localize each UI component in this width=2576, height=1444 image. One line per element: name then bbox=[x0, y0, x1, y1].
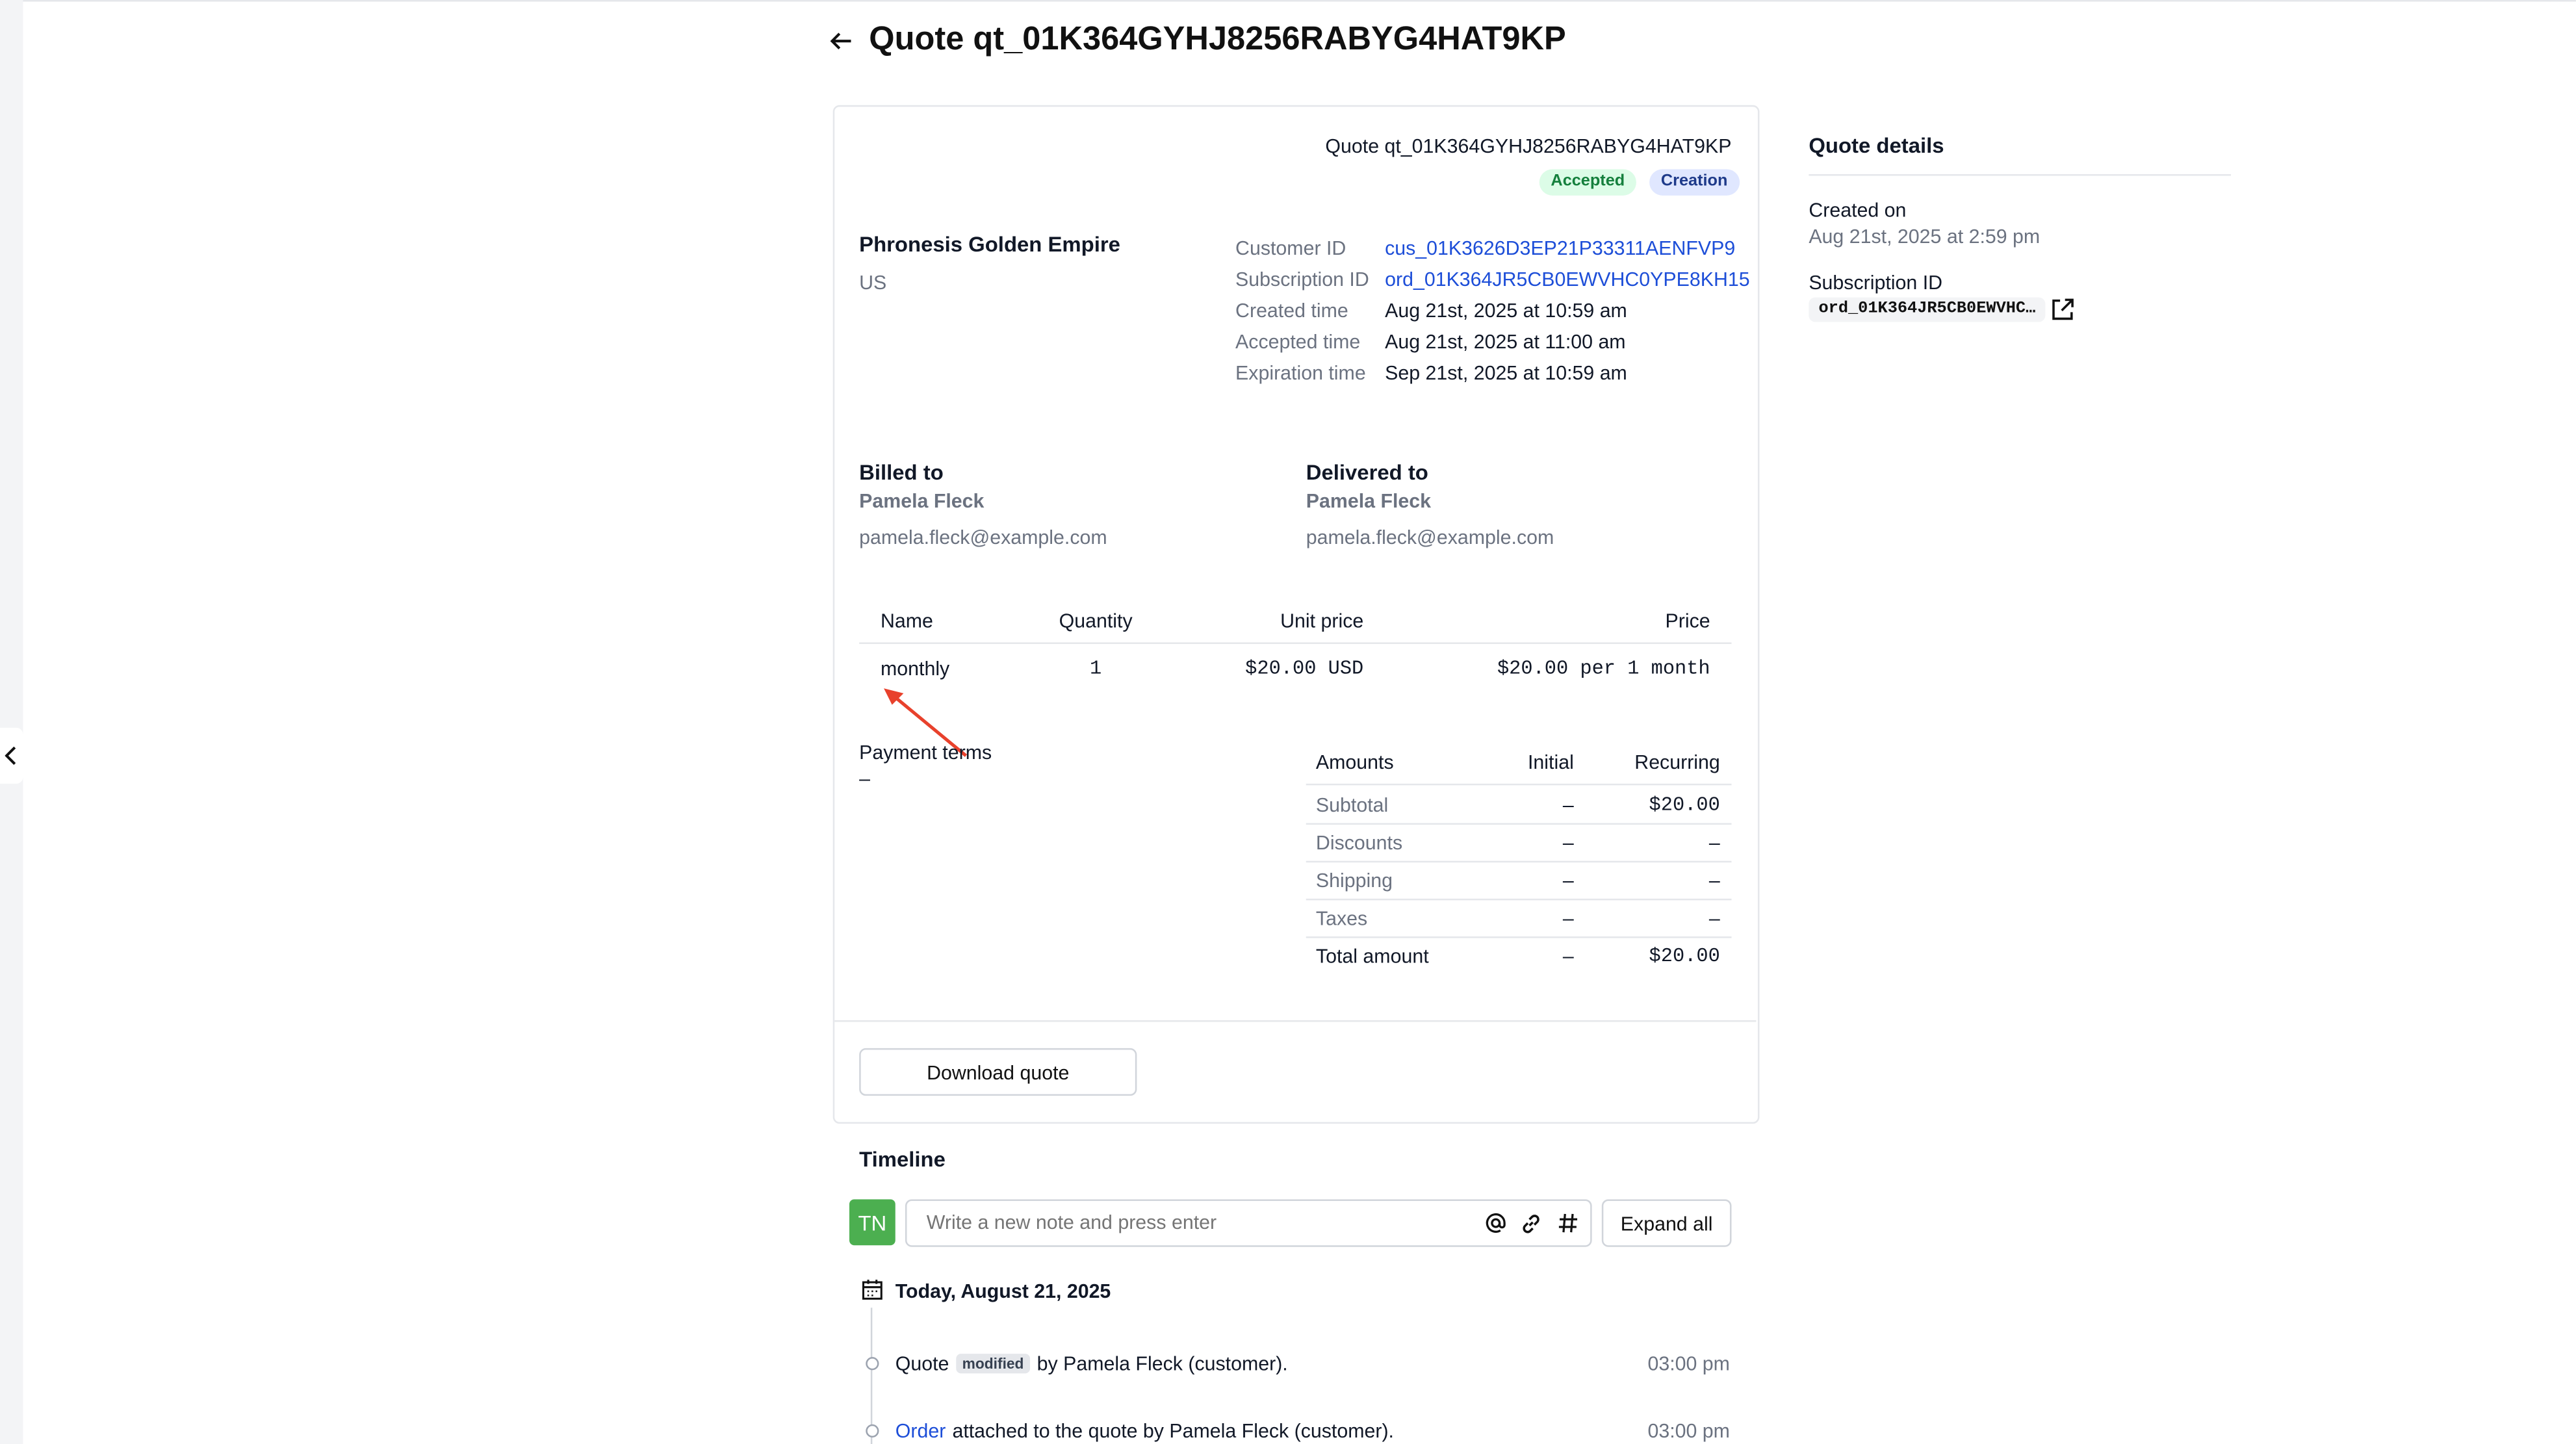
customer-id-link[interactable]: cus_01K3626D3EP21P33311AENFVP9 bbox=[1385, 237, 1735, 259]
link-icon[interactable] bbox=[1519, 1213, 1542, 1235]
company-name: Phronesis Golden Empire bbox=[859, 231, 1120, 257]
external-link-icon bbox=[2052, 298, 2074, 320]
items-header-unit-price: Unit price bbox=[1280, 609, 1364, 633]
event-prefix: Quote bbox=[895, 1352, 949, 1375]
billed-to-email: pamela.fleck@example.com bbox=[859, 525, 1107, 549]
accepted-time-value: Aug 21st, 2025 at 11:00 am bbox=[1385, 330, 1626, 354]
items-header-quantity: Quantity bbox=[1059, 609, 1133, 633]
download-quote-button[interactable]: Download quote bbox=[859, 1048, 1137, 1096]
created-time-value: Aug 21st, 2025 at 10:59 am bbox=[1385, 299, 1627, 322]
amounts-row-recurring: $20.00 bbox=[1649, 793, 1720, 817]
quote-badges: Accepted Creation bbox=[1539, 169, 1740, 196]
expiration-time-label: Expiration time bbox=[1235, 361, 1366, 385]
card-footer-divider bbox=[834, 1020, 1757, 1022]
hash-icon[interactable] bbox=[1558, 1213, 1579, 1234]
expiration-time-value: Sep 21st, 2025 at 10:59 am bbox=[1385, 361, 1627, 385]
event-time: 03:00 pm bbox=[1647, 1352, 1730, 1375]
amounts-row-label: Discounts bbox=[1315, 831, 1403, 855]
amounts-row-recurring: – bbox=[1708, 907, 1720, 930]
timeline-dot bbox=[866, 1424, 879, 1438]
timeline-event: Quote modified by Pamela Fleck (customer… bbox=[895, 1352, 1288, 1375]
avatar: TN bbox=[849, 1199, 895, 1246]
amounts-row-label: Taxes bbox=[1315, 907, 1368, 930]
created-on-label: Created on bbox=[1809, 198, 1907, 222]
subscription-id-link[interactable]: ord_01K364JR5CB0EWVHC0YPE8KH15 bbox=[1385, 268, 1750, 290]
quote-header-id: Quote qt_01K364GYHJ8256RABYG4HAT9KP bbox=[1325, 135, 1732, 158]
amounts-header-initial: Initial bbox=[1528, 751, 1574, 774]
amounts-divider bbox=[1306, 783, 1732, 786]
timeline-dot bbox=[866, 1357, 879, 1371]
details-divider bbox=[1809, 174, 2232, 176]
chevron-left-icon bbox=[5, 746, 16, 765]
amounts-row-recurring: – bbox=[1708, 869, 1720, 892]
amounts-row-recurring: – bbox=[1708, 831, 1720, 855]
amounts-row-label: Subtotal bbox=[1315, 793, 1389, 817]
delivered-to-heading: Delivered to bbox=[1306, 459, 1428, 485]
subscription-id-label: Subscription ID bbox=[1235, 268, 1369, 291]
billed-to-name: Pamela Fleck bbox=[859, 489, 985, 513]
subscription-id-label: Subscription ID bbox=[1809, 271, 1943, 294]
item-quantity: 1 bbox=[1090, 657, 1102, 680]
billed-to-heading: Billed to bbox=[859, 459, 944, 485]
status-badge-accepted: Accepted bbox=[1539, 169, 1636, 196]
left-gutter bbox=[0, 0, 23, 1444]
amounts-row-initial: – bbox=[1562, 869, 1574, 892]
expand-all-button[interactable]: Expand all bbox=[1601, 1199, 1732, 1247]
amounts-divider bbox=[1306, 860, 1732, 863]
items-header-price: Price bbox=[1665, 609, 1710, 633]
item-unit-price: $20.00 USD bbox=[1245, 657, 1364, 680]
amounts-divider bbox=[1306, 898, 1732, 901]
status-badge-creation: Creation bbox=[1649, 169, 1740, 196]
top-border bbox=[0, 0, 2576, 2]
amounts-row-label: Shipping bbox=[1315, 869, 1393, 892]
created-time-label: Created time bbox=[1235, 299, 1348, 322]
subscription-id-chip: ord_01K364JR5CB0EWVHC… bbox=[1809, 297, 2046, 322]
payment-terms-label: Payment terms bbox=[859, 741, 992, 764]
back-button[interactable] bbox=[825, 23, 858, 59]
note-text-field[interactable] bbox=[907, 1200, 1489, 1243]
amounts-row-initial: – bbox=[1562, 831, 1574, 855]
item-price: $20.00 per 1 month bbox=[1497, 657, 1710, 680]
calendar-icon bbox=[862, 1280, 882, 1300]
event-text: by Pamela Fleck (customer). bbox=[1037, 1352, 1288, 1375]
amounts-row-initial: – bbox=[1562, 793, 1574, 817]
created-on-value: Aug 21st, 2025 at 2:59 pm bbox=[1809, 225, 2041, 248]
sidebar-collapse-toggle[interactable] bbox=[0, 727, 23, 784]
order-link[interactable]: Order bbox=[895, 1419, 946, 1442]
event-tag: modified bbox=[955, 1354, 1031, 1374]
event-text: attached to the quote by Pamela Fleck (c… bbox=[952, 1419, 1395, 1443]
amounts-header-recurring: Recurring bbox=[1634, 751, 1720, 774]
items-header-name: Name bbox=[881, 609, 933, 633]
delivered-to-email: pamela.fleck@example.com bbox=[1306, 525, 1554, 549]
timeline-date-heading: Today, August 21, 2025 bbox=[895, 1280, 1111, 1303]
items-header-divider bbox=[859, 642, 1732, 644]
amounts-row-initial: – bbox=[1562, 907, 1574, 930]
at-sign-icon[interactable] bbox=[1485, 1213, 1506, 1234]
note-input[interactable] bbox=[905, 1199, 1592, 1247]
page-title: Quote qt_01K364GYHJ8256RABYG4HAT9KP bbox=[869, 21, 1566, 58]
event-time: 03:00 pm bbox=[1647, 1419, 1730, 1443]
company-country: US bbox=[859, 271, 887, 294]
payment-terms-value: – bbox=[859, 767, 871, 790]
amounts-total-initial: – bbox=[1562, 944, 1574, 968]
amounts-header: Amounts bbox=[1315, 751, 1394, 774]
amounts-divider bbox=[1306, 823, 1732, 825]
amounts-total-recurring: $20.00 bbox=[1649, 944, 1720, 968]
timeline-line bbox=[870, 1308, 873, 1444]
delivered-to-name: Pamela Fleck bbox=[1306, 489, 1432, 513]
accepted-time-label: Accepted time bbox=[1235, 330, 1361, 354]
amounts-divider bbox=[1306, 936, 1732, 938]
customer-id-label: Customer ID bbox=[1235, 237, 1346, 260]
quote-details-heading: Quote details bbox=[1809, 133, 1944, 158]
open-subscription-button[interactable] bbox=[2050, 298, 2076, 324]
timeline-event: Order attached to the quote by Pamela Fl… bbox=[895, 1419, 1394, 1442]
amounts-total-label: Total amount bbox=[1315, 944, 1429, 968]
arrow-left-icon bbox=[830, 32, 851, 50]
timeline-heading: Timeline bbox=[859, 1146, 946, 1172]
